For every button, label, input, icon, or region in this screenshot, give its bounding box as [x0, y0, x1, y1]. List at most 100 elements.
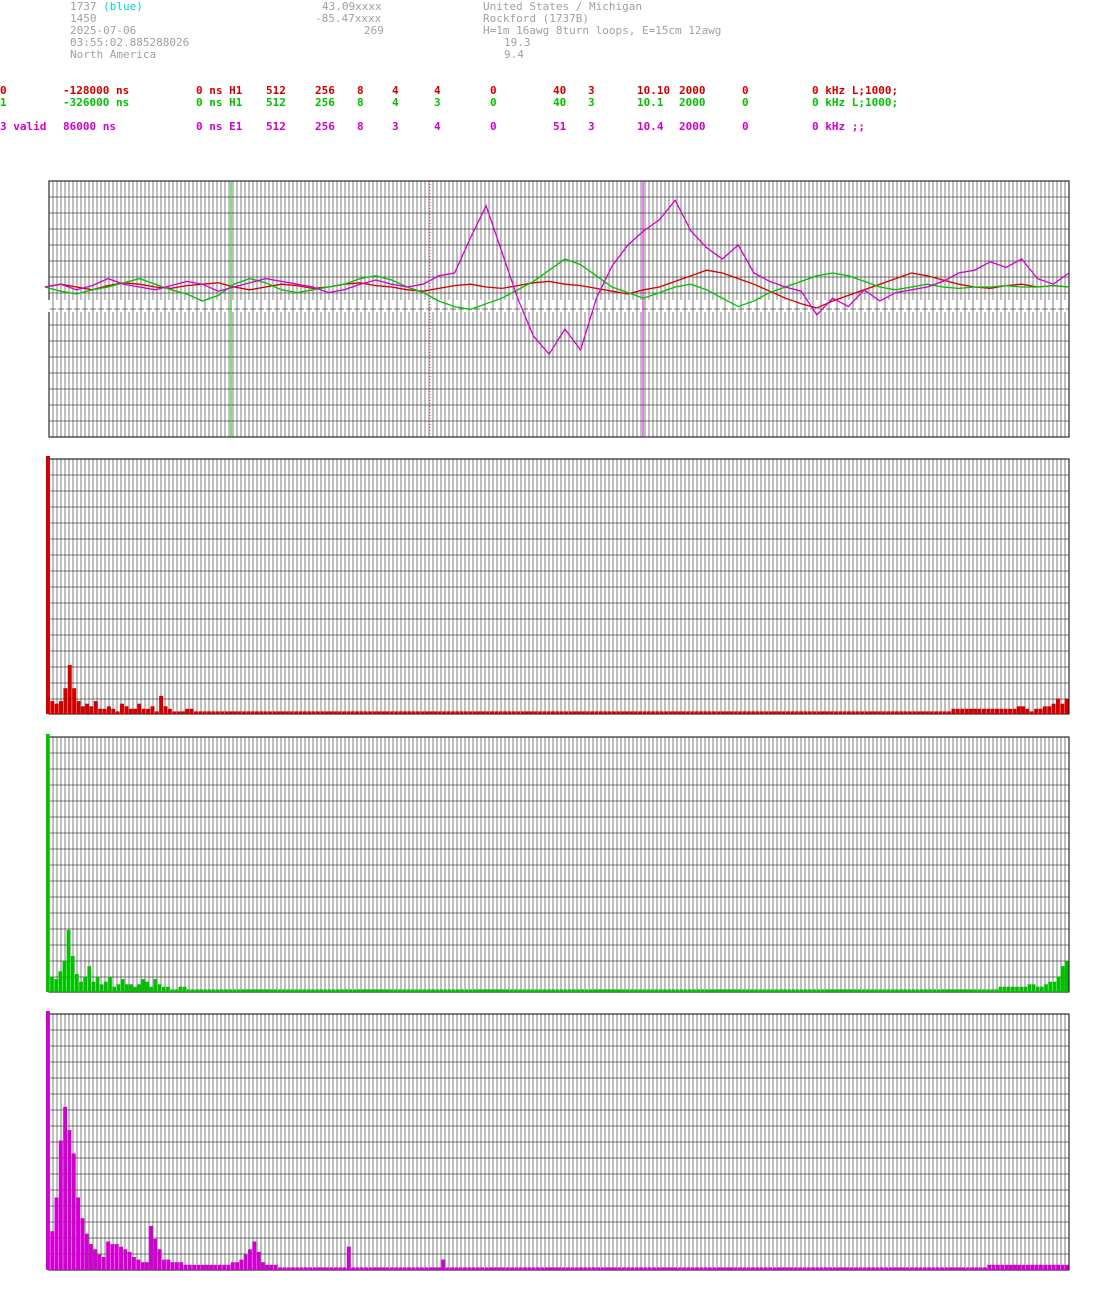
spectrum-green-bar	[410, 989, 415, 992]
spectrum-magenta-bar	[772, 1267, 777, 1270]
spectrum-magenta-bar	[1056, 1264, 1061, 1270]
spectrum-magenta-bar	[527, 1267, 532, 1270]
spectrum-red-bar	[581, 711, 586, 714]
spectrum-magenta-bar	[389, 1267, 394, 1270]
spectrum-magenta-bar	[76, 1197, 80, 1270]
spectrum-red-bar	[511, 711, 516, 714]
spectrum-red-bar	[725, 711, 730, 714]
spectrum-magenta-bar	[46, 1011, 50, 1270]
spectrum-red-bar	[951, 708, 956, 714]
spectrum-red-bar	[577, 711, 582, 714]
spectrum-green-bar	[845, 989, 850, 992]
spectrum-magenta-bar	[931, 1267, 936, 1270]
spectrum-red-bar	[925, 711, 930, 714]
spectrum-magenta-bar	[806, 1267, 811, 1270]
spectrum-green-bar	[729, 989, 734, 992]
spectrum-green-bar	[290, 989, 295, 992]
spectrum-red-bar	[389, 711, 394, 714]
spectrum-magenta-bar	[222, 1264, 227, 1270]
spectrum-green-bar	[919, 989, 924, 992]
spectrum-magenta-bar	[995, 1264, 1000, 1270]
spectrum-green-bar	[973, 989, 978, 992]
spectrum-green-bar	[588, 989, 593, 992]
spectrum-magenta-bar	[656, 1267, 661, 1270]
spectrum-green-bar	[799, 989, 804, 992]
spectrum-red-bar	[772, 711, 777, 714]
spectrum-red-bar	[668, 711, 673, 714]
spectrum-magenta-bar	[1038, 1264, 1043, 1270]
spectrum-magenta-bar	[58, 1140, 63, 1270]
spectrum-red-bar	[176, 711, 181, 714]
spectrum-magenta-bar	[832, 1267, 837, 1270]
spectrum-red-bar	[807, 711, 812, 714]
spectrum-red-bar	[907, 711, 912, 714]
spectrum-red-bar	[642, 711, 647, 714]
spectrum-magenta-bar	[157, 1249, 162, 1270]
spectrum-magenta-bar	[71, 1153, 76, 1270]
spectrum-green-bar	[315, 989, 319, 992]
spectrum-green-bar	[584, 989, 589, 992]
spectrum-magenta-bar	[415, 1267, 420, 1270]
spectrum-red-bar	[272, 711, 277, 714]
spectrum-green-bar	[816, 989, 821, 992]
spectrum-magenta-bar	[226, 1264, 231, 1270]
spectrum-red-bar	[1042, 706, 1047, 714]
spectrum-magenta-bar	[566, 1267, 570, 1270]
spectrum-magenta-bar	[488, 1267, 493, 1270]
spectrum-green-bar	[741, 989, 746, 992]
spectrum-magenta-bar	[484, 1267, 489, 1270]
spectrum-red-bar	[729, 711, 734, 714]
spectrum-green-bar	[932, 989, 937, 992]
spectrum-red-bar	[677, 711, 682, 714]
spectrum-red-bar	[85, 703, 90, 714]
spectrum-green-bar	[1015, 986, 1019, 992]
spectrum-red-bar	[180, 711, 185, 714]
spectrum-red-bar	[733, 711, 738, 714]
spectrum-red-bar	[768, 711, 773, 714]
spectrum-green-bar	[882, 989, 887, 992]
spectrum-green-bar	[468, 989, 473, 992]
spectrum-magenta-bar	[67, 1130, 72, 1270]
spectrum-green-grid	[48, 736, 1070, 992]
spectrum-magenta-bar	[196, 1264, 201, 1270]
spectrum-green-bar	[74, 973, 79, 992]
spectrum-green-bar	[294, 989, 299, 992]
spectrum-green-bar	[580, 989, 585, 992]
spectrum-green-bar	[1002, 986, 1007, 992]
spectrum-magenta-bar	[187, 1264, 192, 1270]
spectrum-magenta-bar	[123, 1249, 128, 1270]
spectrum-magenta-bar	[763, 1267, 768, 1270]
spectrum-red-bar	[198, 711, 203, 714]
spectrum-red-bar	[716, 711, 721, 714]
spectrum-green-bar	[663, 989, 667, 992]
spectrum-red-bar	[394, 711, 399, 714]
spectrum-magenta-bar	[1021, 1264, 1026, 1270]
spectrum-green-bar	[153, 979, 158, 992]
spectrum-red-bar	[894, 711, 899, 714]
spectrum-green-bar	[824, 989, 829, 992]
spectrum-green-bar	[911, 989, 916, 992]
spectrum-green-bar	[994, 989, 999, 992]
spectrum-red-bar	[899, 711, 904, 714]
spectrum-green-bar	[654, 989, 659, 992]
spectrum-red-bar	[463, 711, 468, 714]
spectrum-red-bar	[764, 711, 769, 714]
spectrum-magenta-bar	[875, 1267, 880, 1270]
spectrum-magenta-bar	[944, 1267, 949, 1270]
spectrum-green-bar	[1027, 984, 1032, 992]
spectrum-green-bar	[576, 989, 580, 992]
spectrum-green-bar	[609, 989, 614, 992]
spectrum-green-bar	[638, 989, 642, 992]
spectrum-red-bar	[146, 708, 151, 714]
spectrum-red-bar	[259, 711, 264, 714]
spectrum-green-bar	[157, 984, 162, 992]
spectrum-red-grid-border	[48, 458, 1070, 715]
spectrum-magenta-bar	[372, 1267, 377, 1270]
spectrum-green-bar	[137, 984, 141, 992]
spectrum-red-bar	[424, 711, 429, 714]
spectrum-red-bar	[1008, 708, 1013, 714]
spectrum-green-bar	[199, 989, 203, 992]
spectrum-magenta-bar	[445, 1267, 450, 1270]
spectrum-magenta-bar	[50, 1231, 55, 1271]
spectrum-green-bar	[451, 989, 456, 992]
